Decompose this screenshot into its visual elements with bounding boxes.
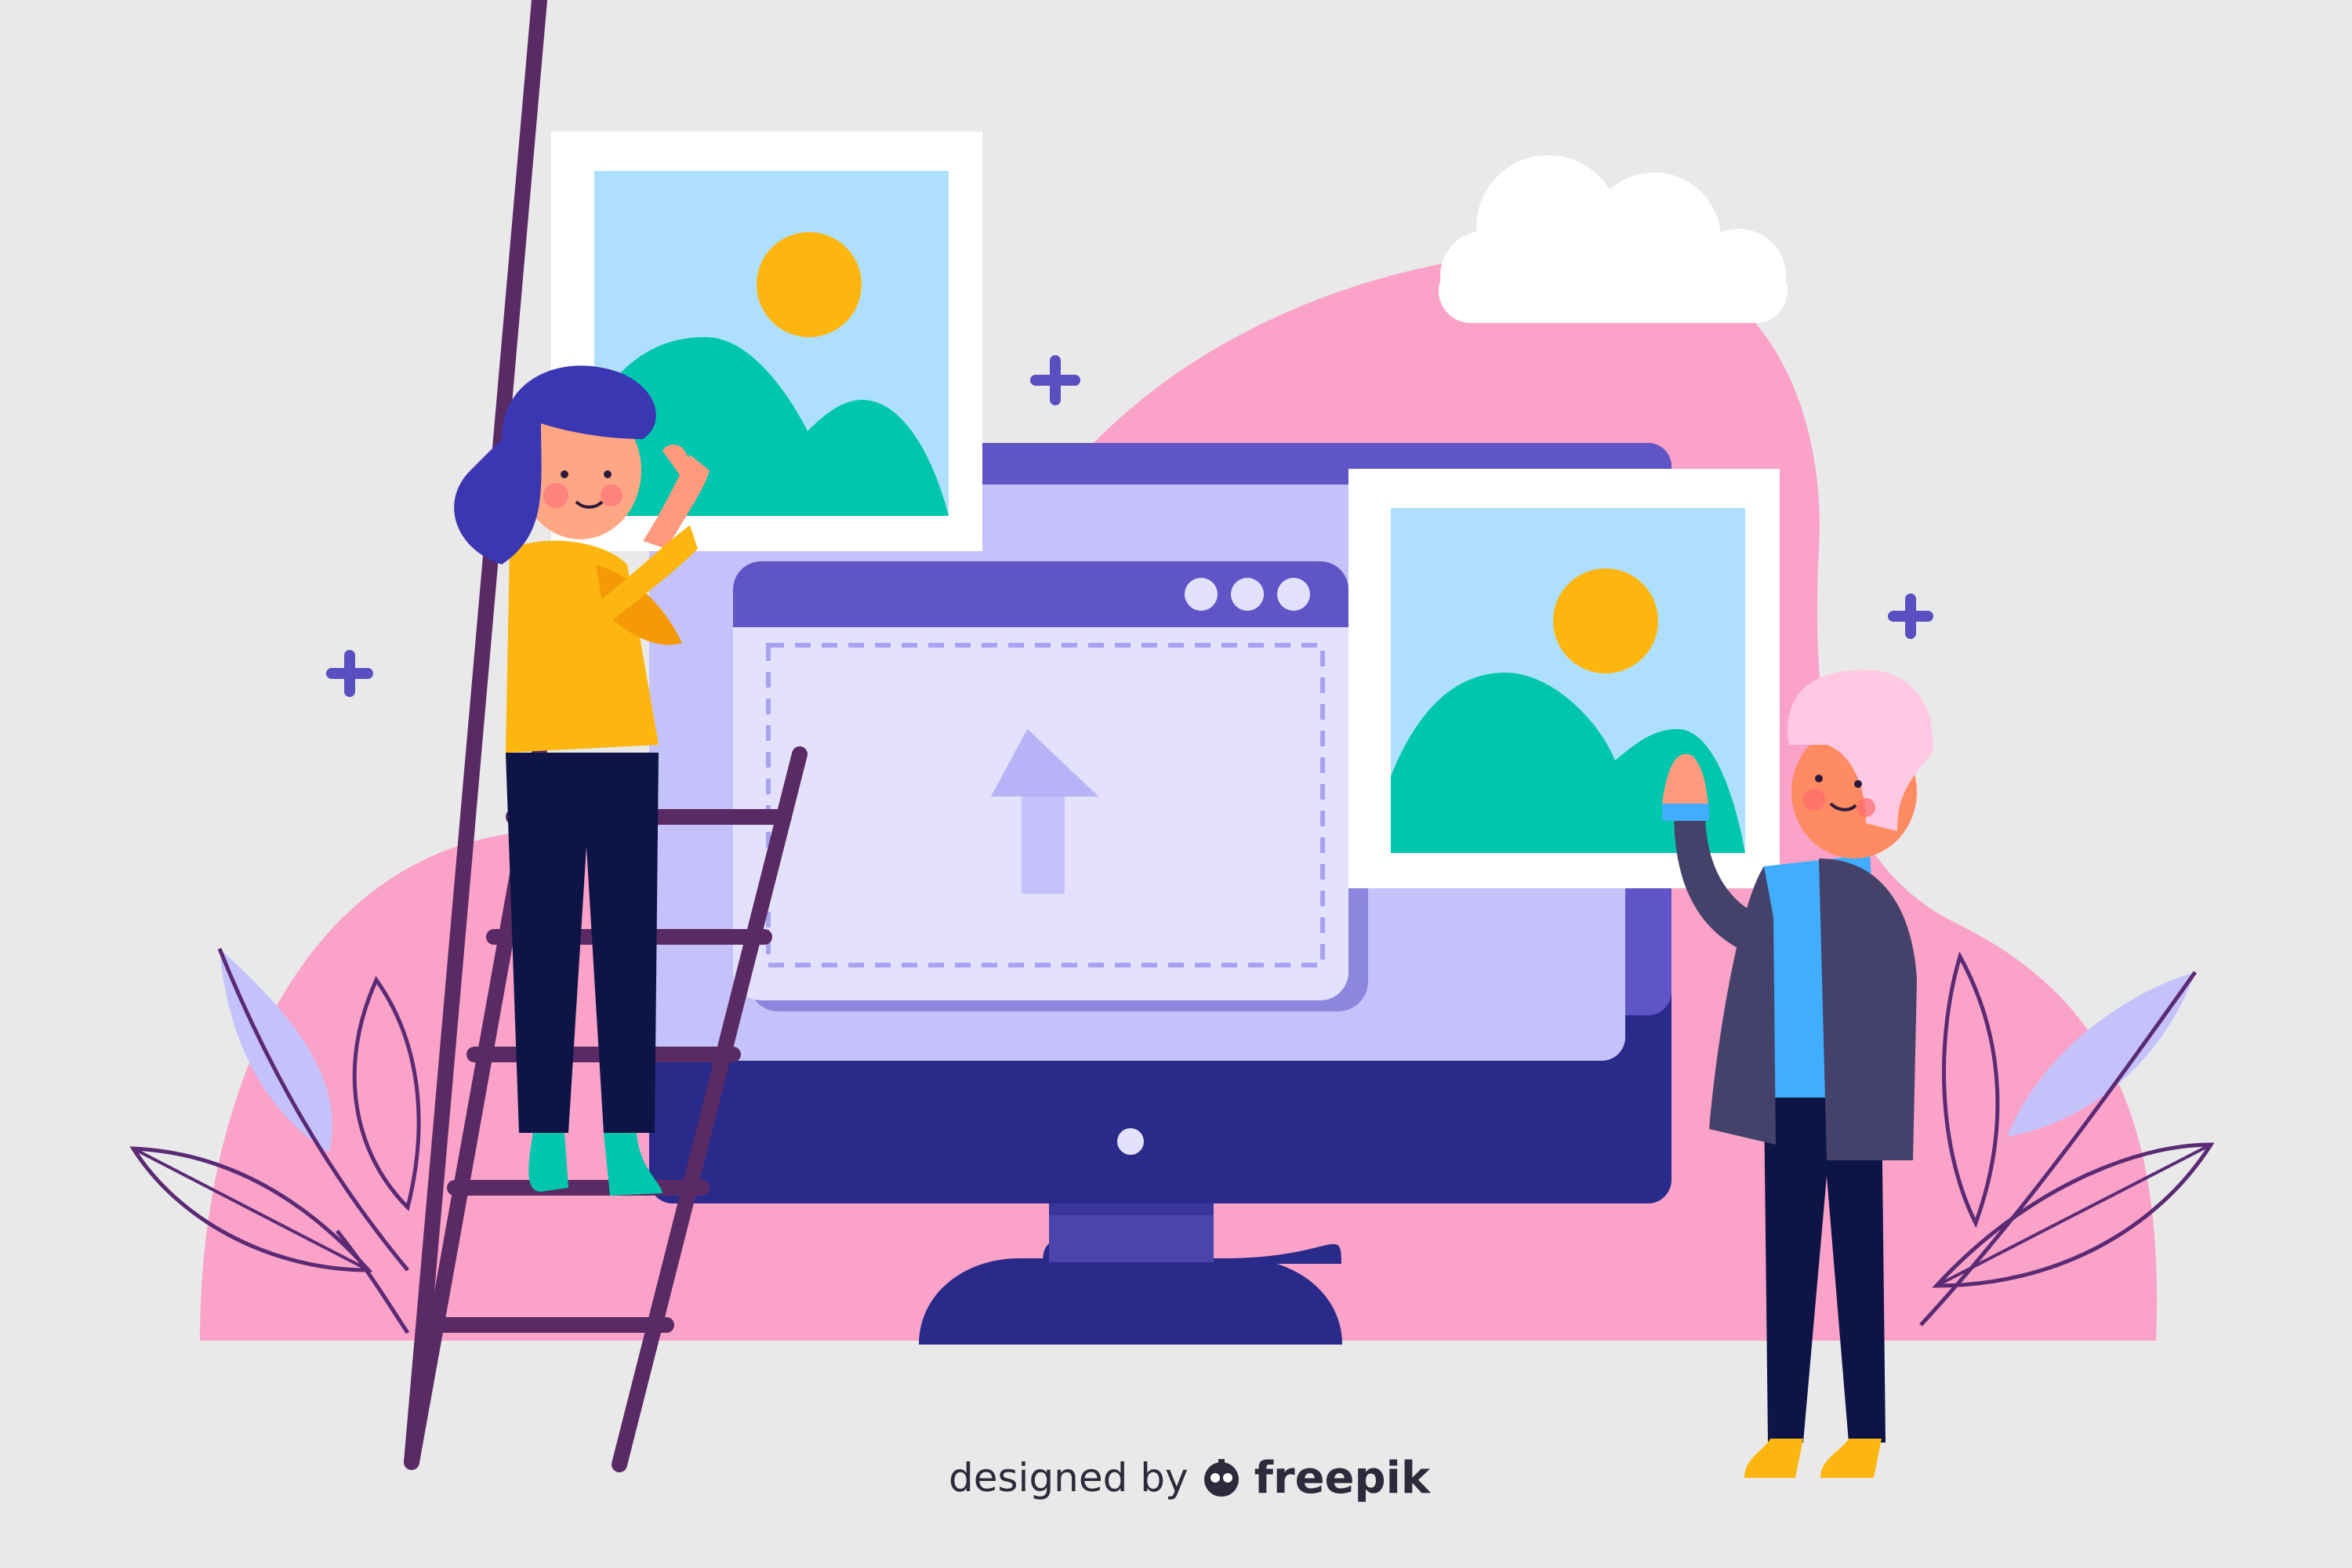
upload-window (733, 561, 1368, 1011)
credit-prefix: designed by (949, 1455, 1189, 1501)
illustration-scene (0, 0, 2352, 1568)
credit-line: designed by freepik (949, 1446, 1430, 1509)
freepik-logo-icon (1203, 1459, 1239, 1497)
photo-frame-icon (1348, 469, 1780, 888)
credit-brand: freepik (1254, 1452, 1431, 1504)
